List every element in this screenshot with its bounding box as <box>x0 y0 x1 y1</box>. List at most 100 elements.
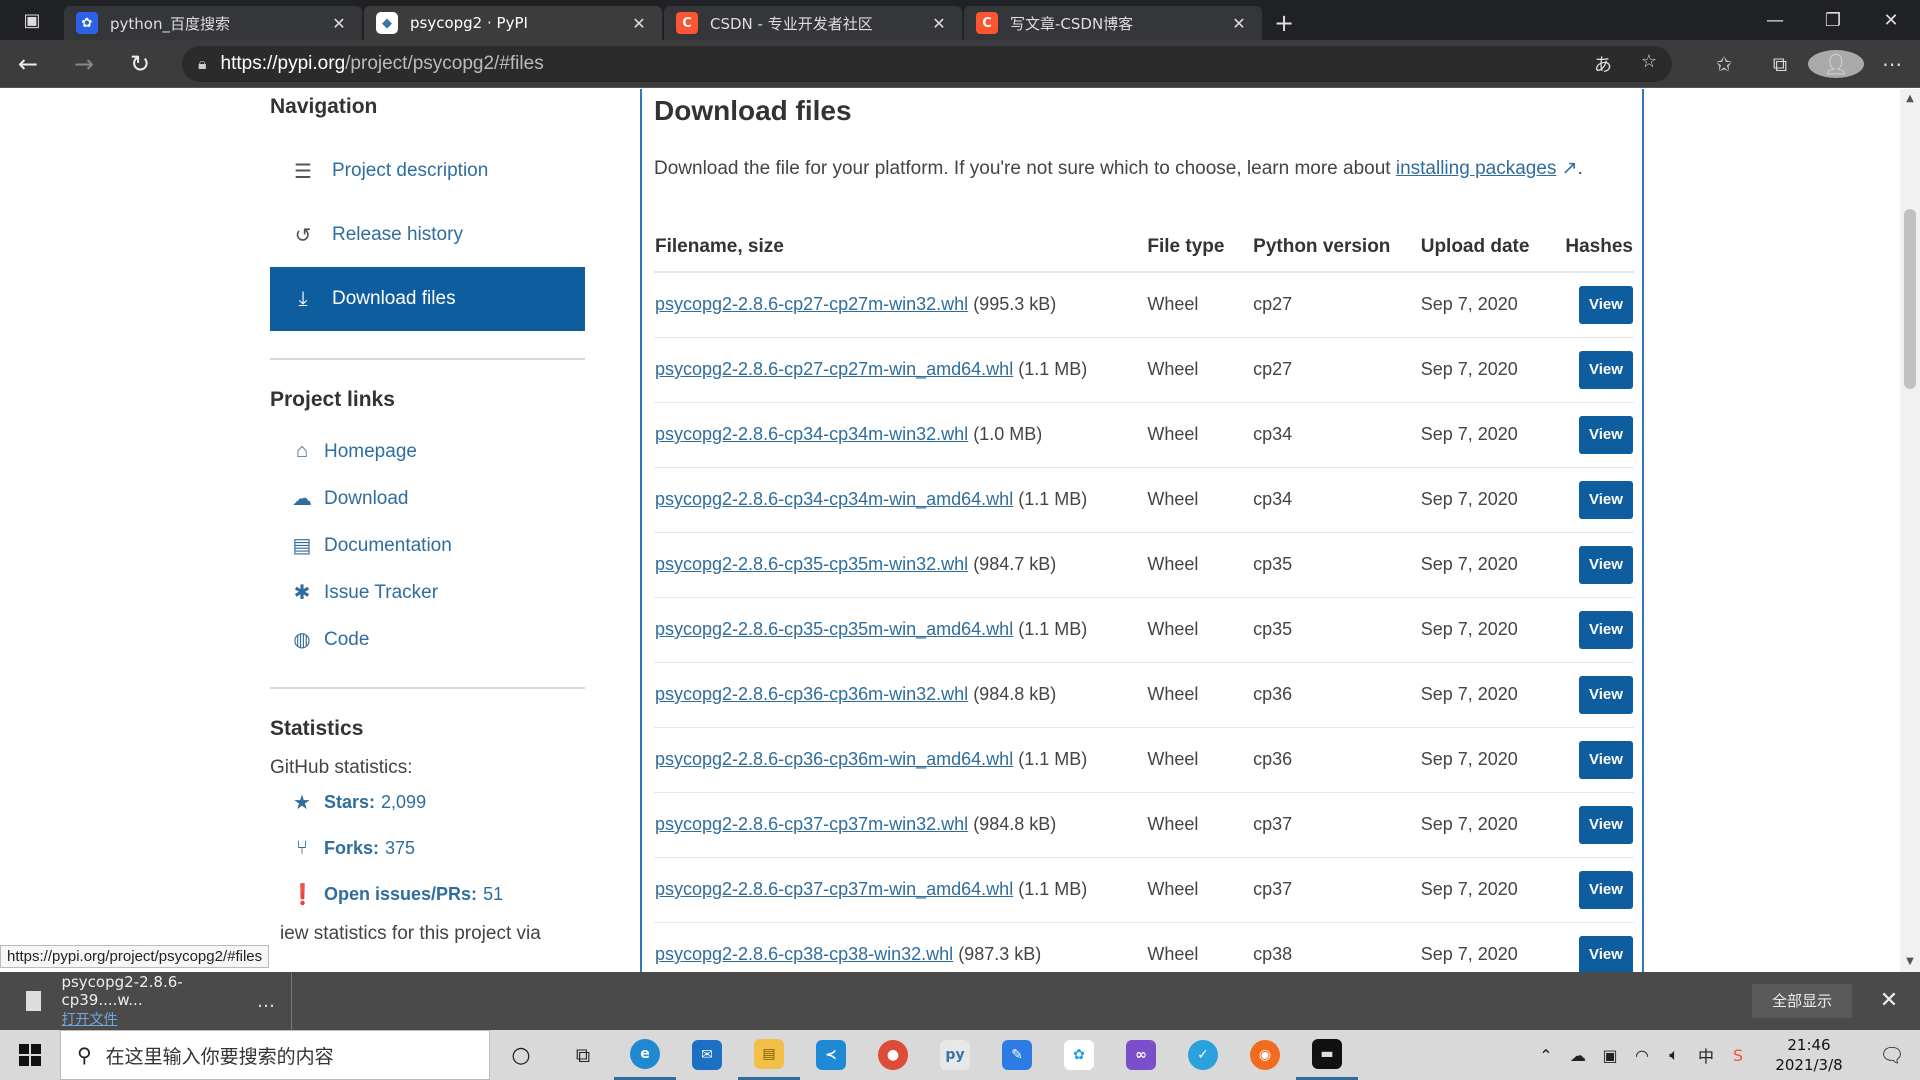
scroll-up-icon[interactable]: ▲ <box>1900 89 1920 109</box>
edge-app-icon[interactable]: e <box>614 1030 676 1080</box>
ime-indicator[interactable]: 中 <box>1690 1043 1722 1067</box>
view-hashes-button[interactable]: View <box>1579 805 1633 844</box>
file-download-link[interactable]: psycopg2-2.8.6-cp34-cp34m-win_amd64.whl <box>655 489 1013 509</box>
download-item[interactable]: psycopg2-2.8.6-cp39....w... 打开文件 … <box>0 972 292 1030</box>
view-hashes-button[interactable]: View <box>1579 675 1633 714</box>
display-icon[interactable]: ▣ <box>1594 1046 1626 1065</box>
close-tab-icon[interactable]: ✕ <box>1228 14 1250 33</box>
github-stat[interactable]: ❗ Open issues/PRs: 51 <box>270 871 585 917</box>
sogou-icon[interactable]: S <box>1722 1046 1754 1065</box>
firefox-app-icon[interactable]: ◉ <box>1234 1030 1296 1080</box>
browser-tab[interactable]: C CSDN - 专业开发者社区 ✕ <box>664 6 962 40</box>
view-hashes-button[interactable]: View <box>1579 415 1633 454</box>
close-window-icon[interactable]: ✕ <box>1862 0 1920 40</box>
url-text[interactable]: https://pypi.org/project/psycopg2/#files <box>221 53 544 75</box>
refresh-button[interactable]: ↻ <box>112 40 168 88</box>
file-download-link[interactable]: psycopg2-2.8.6-cp34-cp34m-win32.whl <box>655 424 968 444</box>
file-download-link[interactable]: psycopg2-2.8.6-cp36-cp36m-win_amd64.whl <box>655 749 1013 769</box>
view-hashes-button[interactable]: View <box>1579 480 1633 519</box>
mail-app-icon[interactable]: ✉ <box>676 1030 738 1080</box>
tray-expand-icon[interactable]: ⌃ <box>1530 1046 1562 1065</box>
project-link-code[interactable]: ◍ Code <box>270 616 585 663</box>
view-hashes-button[interactable]: View <box>1579 740 1633 779</box>
file-download-link[interactable]: psycopg2-2.8.6-cp37-cp37m-win32.whl <box>655 814 968 834</box>
file-download-link[interactable]: psycopg2-2.8.6-cp36-cp36m-win32.whl <box>655 684 968 704</box>
wifi-icon[interactable]: ◠ <box>1626 1046 1658 1065</box>
notes-app-icon[interactable]: ✎ <box>986 1030 1048 1080</box>
sidebar-item-project-description[interactable]: ☰ Project description <box>270 139 585 203</box>
address-bar[interactable]: 🔒︎ https://pypi.org/project/psycopg2/#fi… <box>182 46 1672 82</box>
visual-studio-app-icon[interactable]: ∞ <box>1110 1030 1172 1080</box>
start-button[interactable] <box>0 1030 60 1080</box>
table-row: psycopg2-2.8.6-cp34-cp34m-win32.whl (1.0… <box>654 402 1634 468</box>
network-app-icon[interactable]: ✿ <box>1048 1030 1110 1080</box>
vscode-app-icon[interactable]: ≺ <box>800 1030 862 1080</box>
onedrive-icon[interactable]: ☁ <box>1562 1046 1594 1065</box>
project-link-homepage[interactable]: ⌂ Homepage <box>270 428 585 475</box>
sidebar-item-release-history[interactable]: ↺ Release history <box>270 203 585 267</box>
collections-icon[interactable]: ⧉ <box>1752 52 1808 76</box>
file-explorer-icon[interactable]: ▤ <box>738 1030 800 1080</box>
close-tab-icon[interactable]: ✕ <box>928 14 950 33</box>
file-download-link[interactable]: psycopg2-2.8.6-cp35-cp35m-win32.whl <box>655 554 968 574</box>
upload-date: Sep 7, 2020 <box>1419 597 1565 663</box>
browser-tab[interactable]: C 写文章-CSDN博客 ✕ <box>964 6 1262 40</box>
tab-actions-icon[interactable]: ▣ <box>0 0 64 40</box>
file-type: Wheel <box>1146 792 1253 858</box>
open-file-link[interactable]: 打开文件 <box>61 1009 257 1029</box>
download-files-panel: Download files Download the file for you… <box>640 89 1644 972</box>
view-hashes-button[interactable]: View <box>1579 285 1633 324</box>
file-download-link[interactable]: psycopg2-2.8.6-cp38-cp38-win32.whl <box>655 944 953 964</box>
view-hashes-button[interactable]: View <box>1579 350 1633 389</box>
project-link-issue-tracker[interactable]: ✱ Issue Tracker <box>270 569 585 616</box>
favorites-icon[interactable]: ✩ <box>1696 52 1752 76</box>
project-link-documentation[interactable]: ▤ Documentation <box>270 522 585 569</box>
github-stat[interactable]: ★ Stars: 2,099 <box>270 779 585 825</box>
translate-icon[interactable]: あ <box>1580 51 1626 77</box>
show-all-button[interactable]: 全部显示 <box>1752 984 1852 1018</box>
file-type: Wheel <box>1146 402 1253 468</box>
forward-button[interactable]: → <box>56 40 112 88</box>
taskbar-search[interactable]: ⚲ 在这里输入你要搜索的内容 <box>60 1030 490 1080</box>
new-tab-button[interactable]: + <box>1264 6 1304 40</box>
close-tab-icon[interactable]: ✕ <box>328 14 350 33</box>
terminal-app-icon[interactable]: ▬ <box>1296 1030 1358 1080</box>
restore-icon[interactable]: ❐ <box>1804 0 1862 40</box>
file-download-link[interactable]: psycopg2-2.8.6-cp27-cp27m-win32.whl <box>655 294 968 314</box>
clock[interactable]: 21:46 2021/3/8 <box>1754 1035 1864 1075</box>
browser-tab[interactable]: ◆ psycopg2 · PyPI ✕ <box>364 6 662 40</box>
external-link-icon[interactable]: ↗ <box>1556 158 1578 179</box>
project-link-download[interactable]: ☁ Download <box>270 475 585 522</box>
back-button[interactable]: ← <box>0 40 56 88</box>
profile-button[interactable]: 👤︎ <box>1808 50 1864 78</box>
sidebar-item-download-files[interactable]: ⤓ Download files <box>270 267 585 331</box>
stat-label: Open issues/PRs: <box>324 883 478 904</box>
settings-more-icon[interactable]: ⋯ <box>1864 52 1920 76</box>
notification-icon[interactable]: 🗨︎ <box>1864 1043 1920 1067</box>
close-tab-icon[interactable]: ✕ <box>628 14 650 33</box>
view-hashes-button[interactable]: View <box>1579 545 1633 584</box>
check-app-icon[interactable]: ✓ <box>1172 1030 1234 1080</box>
scrollbar-thumb[interactable] <box>1904 209 1916 389</box>
view-hashes-button[interactable]: View <box>1579 610 1633 649</box>
file-download-link[interactable]: psycopg2-2.8.6-cp27-cp27m-win_amd64.whl <box>655 359 1013 379</box>
installing-packages-link[interactable]: installing packages <box>1396 158 1557 179</box>
task-view-icon[interactable]: ⧉ <box>552 1030 614 1080</box>
close-download-bar-icon[interactable]: ✕ <box>1872 984 1906 1018</box>
scroll-down-icon[interactable]: ▼ <box>1900 952 1920 972</box>
favorite-add-icon[interactable]: ☆ <box>1626 51 1672 77</box>
github-stat[interactable]: ⑂ Forks: 375 <box>270 825 585 871</box>
minimize-icon[interactable]: — <box>1746 0 1804 40</box>
volume-icon[interactable]: 🔈︎ <box>1658 1045 1690 1065</box>
python-app-icon[interactable]: py <box>924 1030 986 1080</box>
view-hashes-button[interactable]: View <box>1579 935 1633 972</box>
view-hashes-button[interactable]: View <box>1579 870 1633 909</box>
download-more-icon[interactable]: … <box>257 991 275 1012</box>
browser-tab[interactable]: ✿ python_百度搜索 ✕ <box>64 6 362 40</box>
cortana-icon[interactable]: ○ <box>490 1030 552 1080</box>
file-download-link[interactable]: psycopg2-2.8.6-cp35-cp35m-win_amd64.whl <box>655 619 1013 639</box>
page-scrollbar[interactable]: ▲ ▼ <box>1900 89 1920 972</box>
chrome-app-icon[interactable]: ● <box>862 1030 924 1080</box>
lock-icon[interactable]: 🔒︎ <box>198 54 207 74</box>
file-download-link[interactable]: psycopg2-2.8.6-cp37-cp37m-win_amd64.whl <box>655 879 1013 899</box>
